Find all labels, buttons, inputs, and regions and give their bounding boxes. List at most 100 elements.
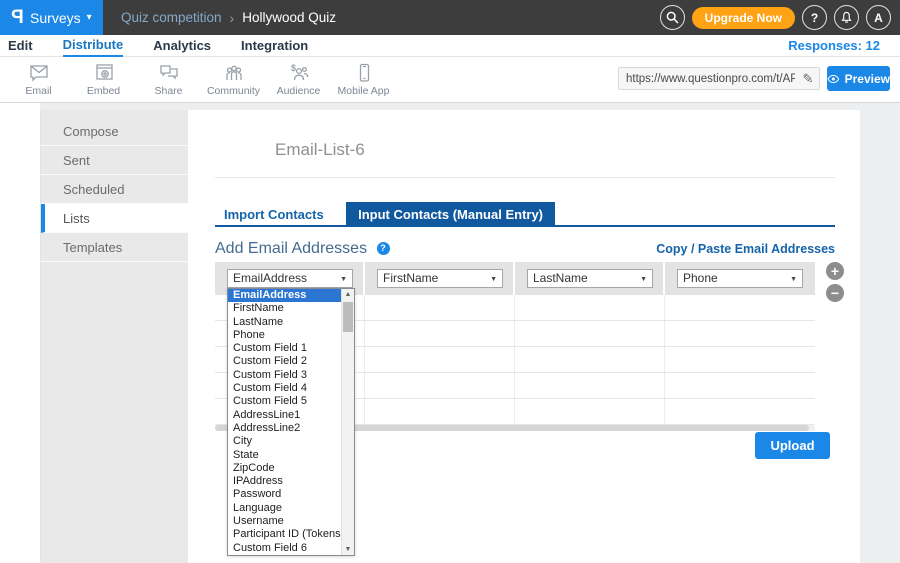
table-cell[interactable]: [365, 321, 515, 346]
distribute-toolbar: Email Embed Share Community $: [0, 58, 900, 103]
sidebar-item-scheduled[interactable]: Scheduled: [41, 175, 188, 204]
edit-url-pencil-icon[interactable]: ✎: [797, 71, 819, 87]
table-cell[interactable]: [665, 321, 815, 346]
help-button[interactable]: ?: [802, 5, 827, 30]
column-field-select-2[interactable]: FirstName ▼: [377, 269, 503, 288]
dropdown-option[interactable]: LastName: [228, 316, 341, 329]
dropdown-scrollbar-thumb[interactable]: [343, 302, 353, 332]
dropdown-option[interactable]: City: [228, 435, 341, 448]
toolbar-item-label: Email: [25, 85, 51, 97]
add-row-button[interactable]: +: [826, 262, 844, 280]
dropdown-option[interactable]: Language: [228, 502, 341, 515]
toolbar-item-embed[interactable]: Embed: [71, 58, 136, 97]
dropdown-option[interactable]: Custom Field 5: [228, 395, 341, 408]
help-circle-icon[interactable]: ?: [377, 242, 390, 255]
column-header-cell: Phone ▼: [665, 262, 815, 295]
toolbar-item-label: Audience: [277, 85, 321, 97]
breadcrumb-separator-icon: ›: [230, 10, 235, 26]
search-button[interactable]: [660, 5, 685, 30]
share-icon: [158, 63, 180, 83]
dropdown-option[interactable]: Username: [228, 515, 341, 528]
toolbar-item-label: Embed: [87, 85, 120, 97]
table-cell[interactable]: [515, 321, 665, 346]
toolbar-item-email[interactable]: Email: [6, 58, 71, 97]
remove-row-button[interactable]: −: [826, 284, 844, 302]
table-cell[interactable]: [365, 399, 515, 424]
column-field-select-1[interactable]: EmailAddress ▼: [227, 269, 353, 288]
page-content: ComposeSentScheduledListsTemplates Email…: [0, 103, 900, 563]
table-cell[interactable]: [365, 295, 515, 320]
dropdown-option[interactable]: AddressLine1: [228, 409, 341, 422]
column-header-cell: LastName ▼: [515, 262, 665, 295]
dropdown-option[interactable]: AddressLine2: [228, 422, 341, 435]
nav-item-analytics[interactable]: Analytics: [153, 36, 211, 56]
table-cell[interactable]: [515, 347, 665, 372]
survey-navbar: Edit Distribute Analytics Integration Re…: [0, 35, 900, 57]
toolbar-item-label: Community: [207, 85, 260, 97]
dropdown-option[interactable]: IPAddress: [228, 475, 341, 488]
dropdown-option[interactable]: Password: [228, 488, 341, 501]
nav-item-integration[interactable]: Integration: [241, 36, 308, 56]
toolbar-item-community[interactable]: Community: [201, 58, 266, 97]
table-cell[interactable]: [515, 295, 665, 320]
dropdown-option[interactable]: FirstName: [228, 302, 341, 315]
embed-icon: [93, 63, 115, 83]
dropdown-option[interactable]: State: [228, 449, 341, 462]
surveys-menu-label: Surveys: [30, 10, 81, 26]
community-icon: [223, 63, 245, 83]
bell-icon: [840, 11, 853, 24]
select-arrow-icon: ▼: [340, 271, 347, 288]
sidebar-item-lists[interactable]: Lists: [41, 204, 188, 233]
eye-icon: [827, 74, 840, 84]
questionpro-logo[interactable]: P Surveys ▾: [0, 0, 103, 35]
scroll-down-icon[interactable]: ▼: [342, 546, 354, 553]
table-cell[interactable]: [665, 295, 815, 320]
tab-import-contacts[interactable]: Import Contacts: [215, 202, 333, 227]
table-cell[interactable]: [365, 373, 515, 398]
responses-count[interactable]: Responses: 12: [788, 38, 880, 53]
preview-button[interactable]: Preview: [827, 66, 890, 91]
email-icon: [28, 63, 50, 83]
sidebar-item-sent[interactable]: Sent: [41, 146, 188, 175]
copy-paste-email-link[interactable]: Copy / Paste Email Addresses: [656, 240, 835, 258]
toolbar-item-share[interactable]: Share: [136, 58, 201, 97]
questionpro-p-icon: P: [11, 7, 24, 29]
chevron-down-icon: ▾: [87, 12, 92, 23]
notifications-button[interactable]: [834, 5, 859, 30]
table-cell[interactable]: [665, 399, 815, 424]
selected-value: Phone: [683, 271, 718, 285]
survey-url-input[interactable]: [619, 73, 797, 85]
nav-item-edit[interactable]: Edit: [8, 36, 33, 56]
table-cell[interactable]: [365, 347, 515, 372]
dropdown-option[interactable]: Phone: [228, 329, 341, 342]
toolbar-item-mobile-app[interactable]: Mobile App: [331, 58, 396, 97]
scroll-up-icon[interactable]: ▲: [342, 291, 354, 298]
dropdown-option[interactable]: EmailAddress: [228, 289, 341, 302]
sidebar-item-templates[interactable]: Templates: [41, 233, 188, 262]
column-field-select-4[interactable]: Phone ▼: [677, 269, 803, 288]
table-cell[interactable]: [515, 399, 665, 424]
sidebar: ComposeSentScheduledListsTemplates: [40, 110, 188, 563]
dropdown-option[interactable]: ZipCode: [228, 462, 341, 475]
sidebar-item-compose[interactable]: Compose: [41, 117, 188, 146]
table-cell[interactable]: [665, 373, 815, 398]
table-cell[interactable]: [665, 347, 815, 372]
nav-item-distribute[interactable]: Distribute: [63, 35, 124, 57]
dropdown-option[interactable]: Custom Field 6: [228, 542, 341, 555]
left-gutter: [0, 103, 40, 563]
dropdown-option[interactable]: Custom Field 2: [228, 355, 341, 368]
upload-button[interactable]: Upload: [755, 432, 830, 459]
table-cell[interactable]: [515, 373, 665, 398]
dropdown-option[interactable]: Participant ID (Tokens): [228, 528, 341, 541]
account-avatar[interactable]: A: [866, 5, 891, 30]
dropdown-option[interactable]: Custom Field 3: [228, 369, 341, 382]
tab-input-contacts-manual[interactable]: Input Contacts (Manual Entry): [346, 202, 555, 227]
toolbar-item-audience[interactable]: $ Audience: [266, 58, 331, 97]
selected-value: LastName: [533, 271, 588, 285]
dropdown-scrollbar[interactable]: ▲ ▼: [341, 289, 354, 555]
dropdown-option[interactable]: Custom Field 1: [228, 342, 341, 355]
dropdown-option[interactable]: Custom Field 4: [228, 382, 341, 395]
upgrade-now-button[interactable]: Upgrade Now: [692, 7, 795, 29]
breadcrumb-parent[interactable]: Quiz competition: [121, 10, 222, 25]
column-field-select-3[interactable]: LastName ▼: [527, 269, 653, 288]
